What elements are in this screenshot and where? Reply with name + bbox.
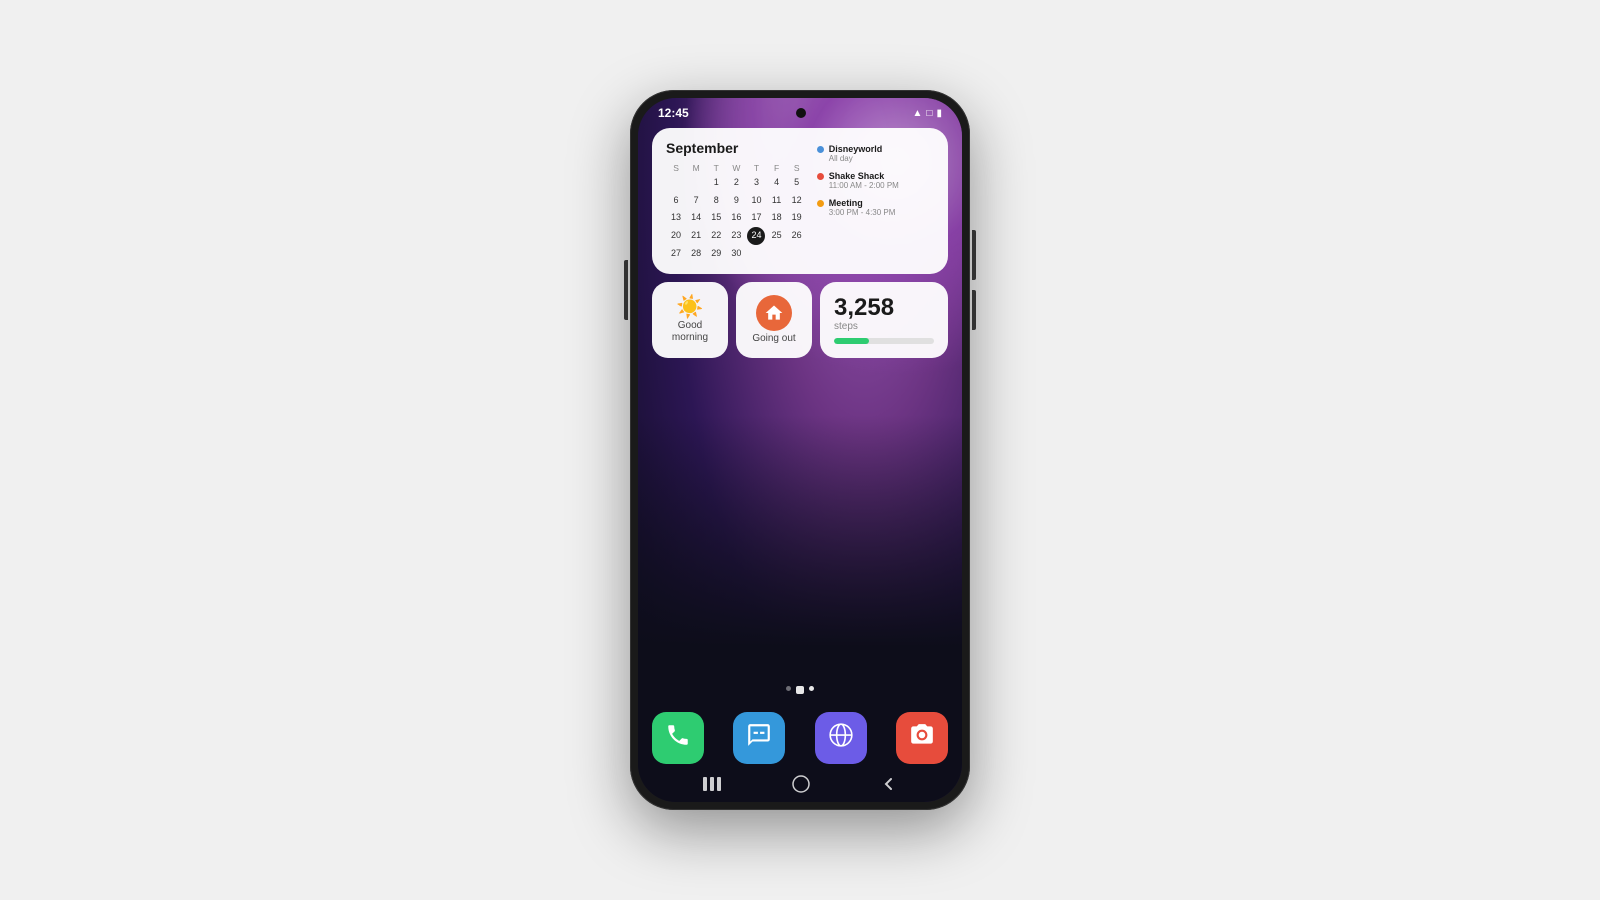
calendar-left: September S M T W T F S xyxy=(666,140,807,262)
event-time-disneyworld: All day xyxy=(829,154,883,163)
event-time-shake-shack: 11:00 AM - 2:00 PM xyxy=(829,181,899,190)
camera-app-icon xyxy=(909,722,935,755)
battery-icon: ▮ xyxy=(936,108,942,119)
page-dot-home xyxy=(796,686,804,694)
status-icons: ▲ □ ▮ xyxy=(913,108,942,119)
steps-progress-bar xyxy=(834,338,934,344)
sun-icon: ☀️ xyxy=(676,296,703,318)
event-meeting: Meeting 3:00 PM - 4:30 PM xyxy=(817,198,934,217)
bixby-button[interactable] xyxy=(972,290,976,330)
cal-week-5: 27 28 29 30 xyxy=(666,245,807,263)
calendar-widget[interactable]: September S M T W T F S xyxy=(652,128,948,274)
dock xyxy=(652,712,948,764)
steps-label: steps xyxy=(834,321,934,332)
dock-messages-app[interactable] xyxy=(733,712,785,764)
dock-camera-app[interactable] xyxy=(896,712,948,764)
event-name-disneyworld: Disneyworld xyxy=(829,144,883,154)
cal-week-4: 20 21 22 23 24 25 26 xyxy=(666,227,807,245)
status-time: 12:45 xyxy=(658,106,689,120)
wifi-icon: □ xyxy=(926,108,932,119)
today-marker: 24 xyxy=(747,227,765,245)
cal-week-1: 1 2 3 4 5 xyxy=(666,174,807,192)
nav-recents-button[interactable] xyxy=(703,777,721,791)
camera-notch xyxy=(796,108,806,118)
cal-week-2: 6 7 8 9 10 11 12 xyxy=(666,192,807,210)
weather-label: Goodmorning xyxy=(672,320,708,344)
calendar-grid: S M T W T F S 1 2 xyxy=(666,162,807,262)
event-disneyworld: Disneyworld All day xyxy=(817,144,934,163)
widgets-row: ☀️ Goodmorning Going out 3,258 steps xyxy=(652,282,948,358)
page-dot-2 xyxy=(809,686,814,691)
event-dot-meeting xyxy=(817,200,824,207)
event-name-meeting: Meeting xyxy=(829,198,896,208)
home-mode-widget[interactable]: Going out xyxy=(736,282,812,358)
nav-bar xyxy=(638,766,962,802)
status-bar: 12:45 ▲ □ ▮ xyxy=(638,98,962,124)
event-dot-shake-shack xyxy=(817,173,824,180)
phone-app-icon xyxy=(665,722,691,755)
cal-week-3: 13 14 15 16 17 18 19 xyxy=(666,209,807,227)
screen-content: September S M T W T F S xyxy=(638,124,962,358)
event-dot-disneyworld xyxy=(817,146,824,153)
dock-phone-app[interactable] xyxy=(652,712,704,764)
steps-count: 3,258 xyxy=(834,296,934,320)
page-dot-1 xyxy=(786,686,791,691)
browser-app-icon xyxy=(828,722,854,755)
power-button[interactable] xyxy=(972,230,976,280)
phone-device: 12:45 ▲ □ ▮ September S M T xyxy=(630,90,970,810)
event-name-shake-shack: Shake Shack xyxy=(829,171,899,181)
steps-widget[interactable]: 3,258 steps xyxy=(820,282,948,358)
weather-widget[interactable]: ☀️ Goodmorning xyxy=(652,282,728,358)
dock-browser-app[interactable] xyxy=(815,712,867,764)
calendar-events: Disneyworld All day Shake Shack 11:00 AM… xyxy=(817,140,934,262)
calendar-month: September xyxy=(666,140,807,156)
event-time-meeting: 3:00 PM - 4:30 PM xyxy=(829,208,896,217)
volume-button[interactable] xyxy=(624,260,628,320)
home-mode-label: Going out xyxy=(752,333,795,345)
cal-header-row: S M T W T F S xyxy=(666,162,807,174)
home-icon xyxy=(756,295,792,331)
messages-app-icon xyxy=(746,722,772,755)
signal-icon: ▲ xyxy=(913,108,923,119)
steps-bar-fill xyxy=(834,338,869,344)
nav-back-button[interactable] xyxy=(881,776,897,792)
page-indicators xyxy=(638,686,962,694)
event-shake-shack: Shake Shack 11:00 AM - 2:00 PM xyxy=(817,171,934,190)
nav-home-button[interactable] xyxy=(792,775,810,793)
phone-screen: 12:45 ▲ □ ▮ September S M T xyxy=(638,98,962,802)
